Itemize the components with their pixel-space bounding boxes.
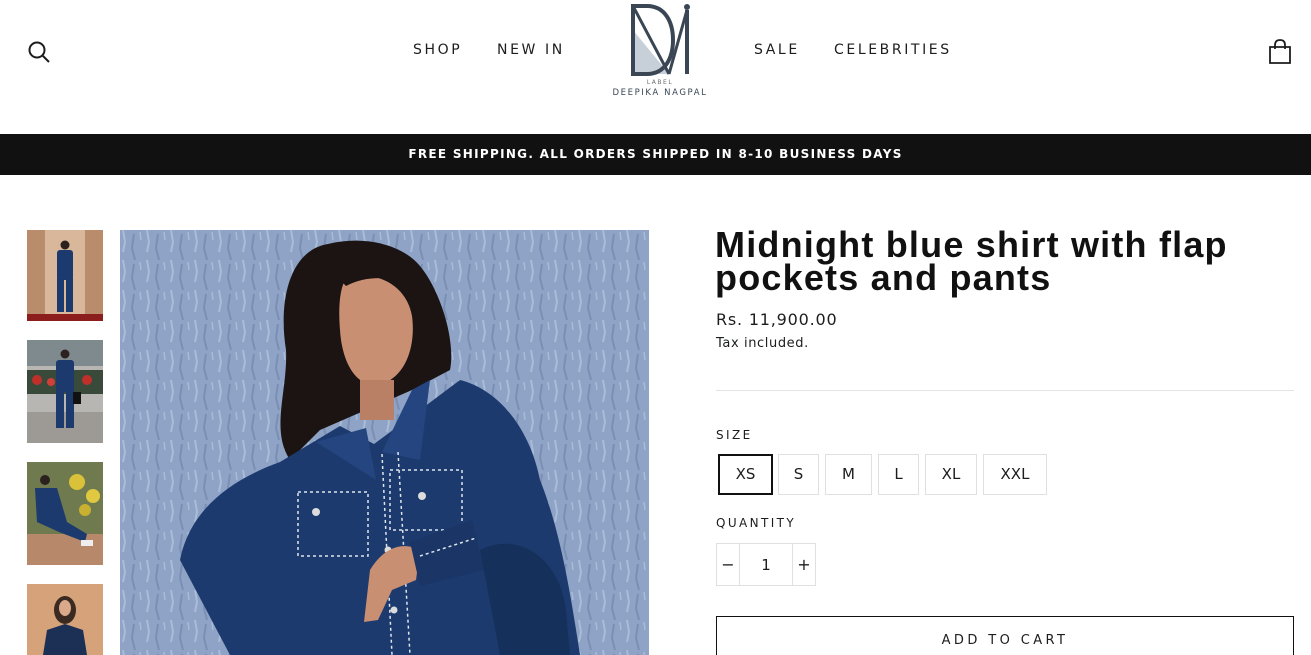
size-option-xxl[interactable]: XXL [983,454,1047,495]
quantity-stepper: − + [716,543,816,586]
size-label: SIZE [716,428,753,442]
quantity-decrease-button[interactable]: − [717,544,739,585]
logo-brand-name: DEEPIKA NAGPAL [612,88,708,98]
product-thumbnail-2[interactable] [27,340,103,443]
brand-logo[interactable]: LABEL DEEPIKA NAGPAL [604,2,716,106]
quantity-label: QUANTITY [716,516,797,530]
cart-icon[interactable] [1268,39,1292,65]
product-title: Midnight blue shirt with flap pockets an… [715,224,1228,298]
site-header: SHOP NEW IN LABEL DEEPIKA NAGPAL SALE CE… [0,0,1311,134]
size-option-xl[interactable]: XL [925,454,977,495]
quantity-input[interactable] [739,544,793,585]
search-icon[interactable] [27,40,51,64]
product-thumbnail-4[interactable] [27,584,103,655]
logo-label-text: LABEL [646,79,674,86]
divider [716,390,1294,391]
nav-link-shop[interactable]: SHOP [413,42,462,58]
tax-note: Tax included. [716,336,809,351]
product-price: Rs. 11,900.00 [716,310,838,329]
announcement-text: FREE SHIPPING. ALL ORDERS SHIPPED IN 8-1… [408,147,903,161]
product-thumbnail-3[interactable] [27,462,103,565]
size-option-s[interactable]: S [778,454,819,495]
size-option-xs[interactable]: XS [718,454,773,495]
nav-link-new-in[interactable]: NEW IN [497,42,565,58]
nav-link-sale[interactable]: SALE [754,42,800,58]
size-option-l[interactable]: L [878,454,919,495]
quantity-increase-button[interactable]: + [793,544,815,585]
logo-mark [631,4,690,76]
size-option-m[interactable]: M [825,454,872,495]
product-thumbnail-1[interactable] [27,230,103,321]
nav-link-celebrities[interactable]: CELEBRITIES [834,42,952,58]
add-to-cart-button[interactable]: ADD TO CART [716,616,1294,655]
announcement-bar: FREE SHIPPING. ALL ORDERS SHIPPED IN 8-1… [0,134,1311,175]
product-main-image[interactable] [120,230,649,655]
